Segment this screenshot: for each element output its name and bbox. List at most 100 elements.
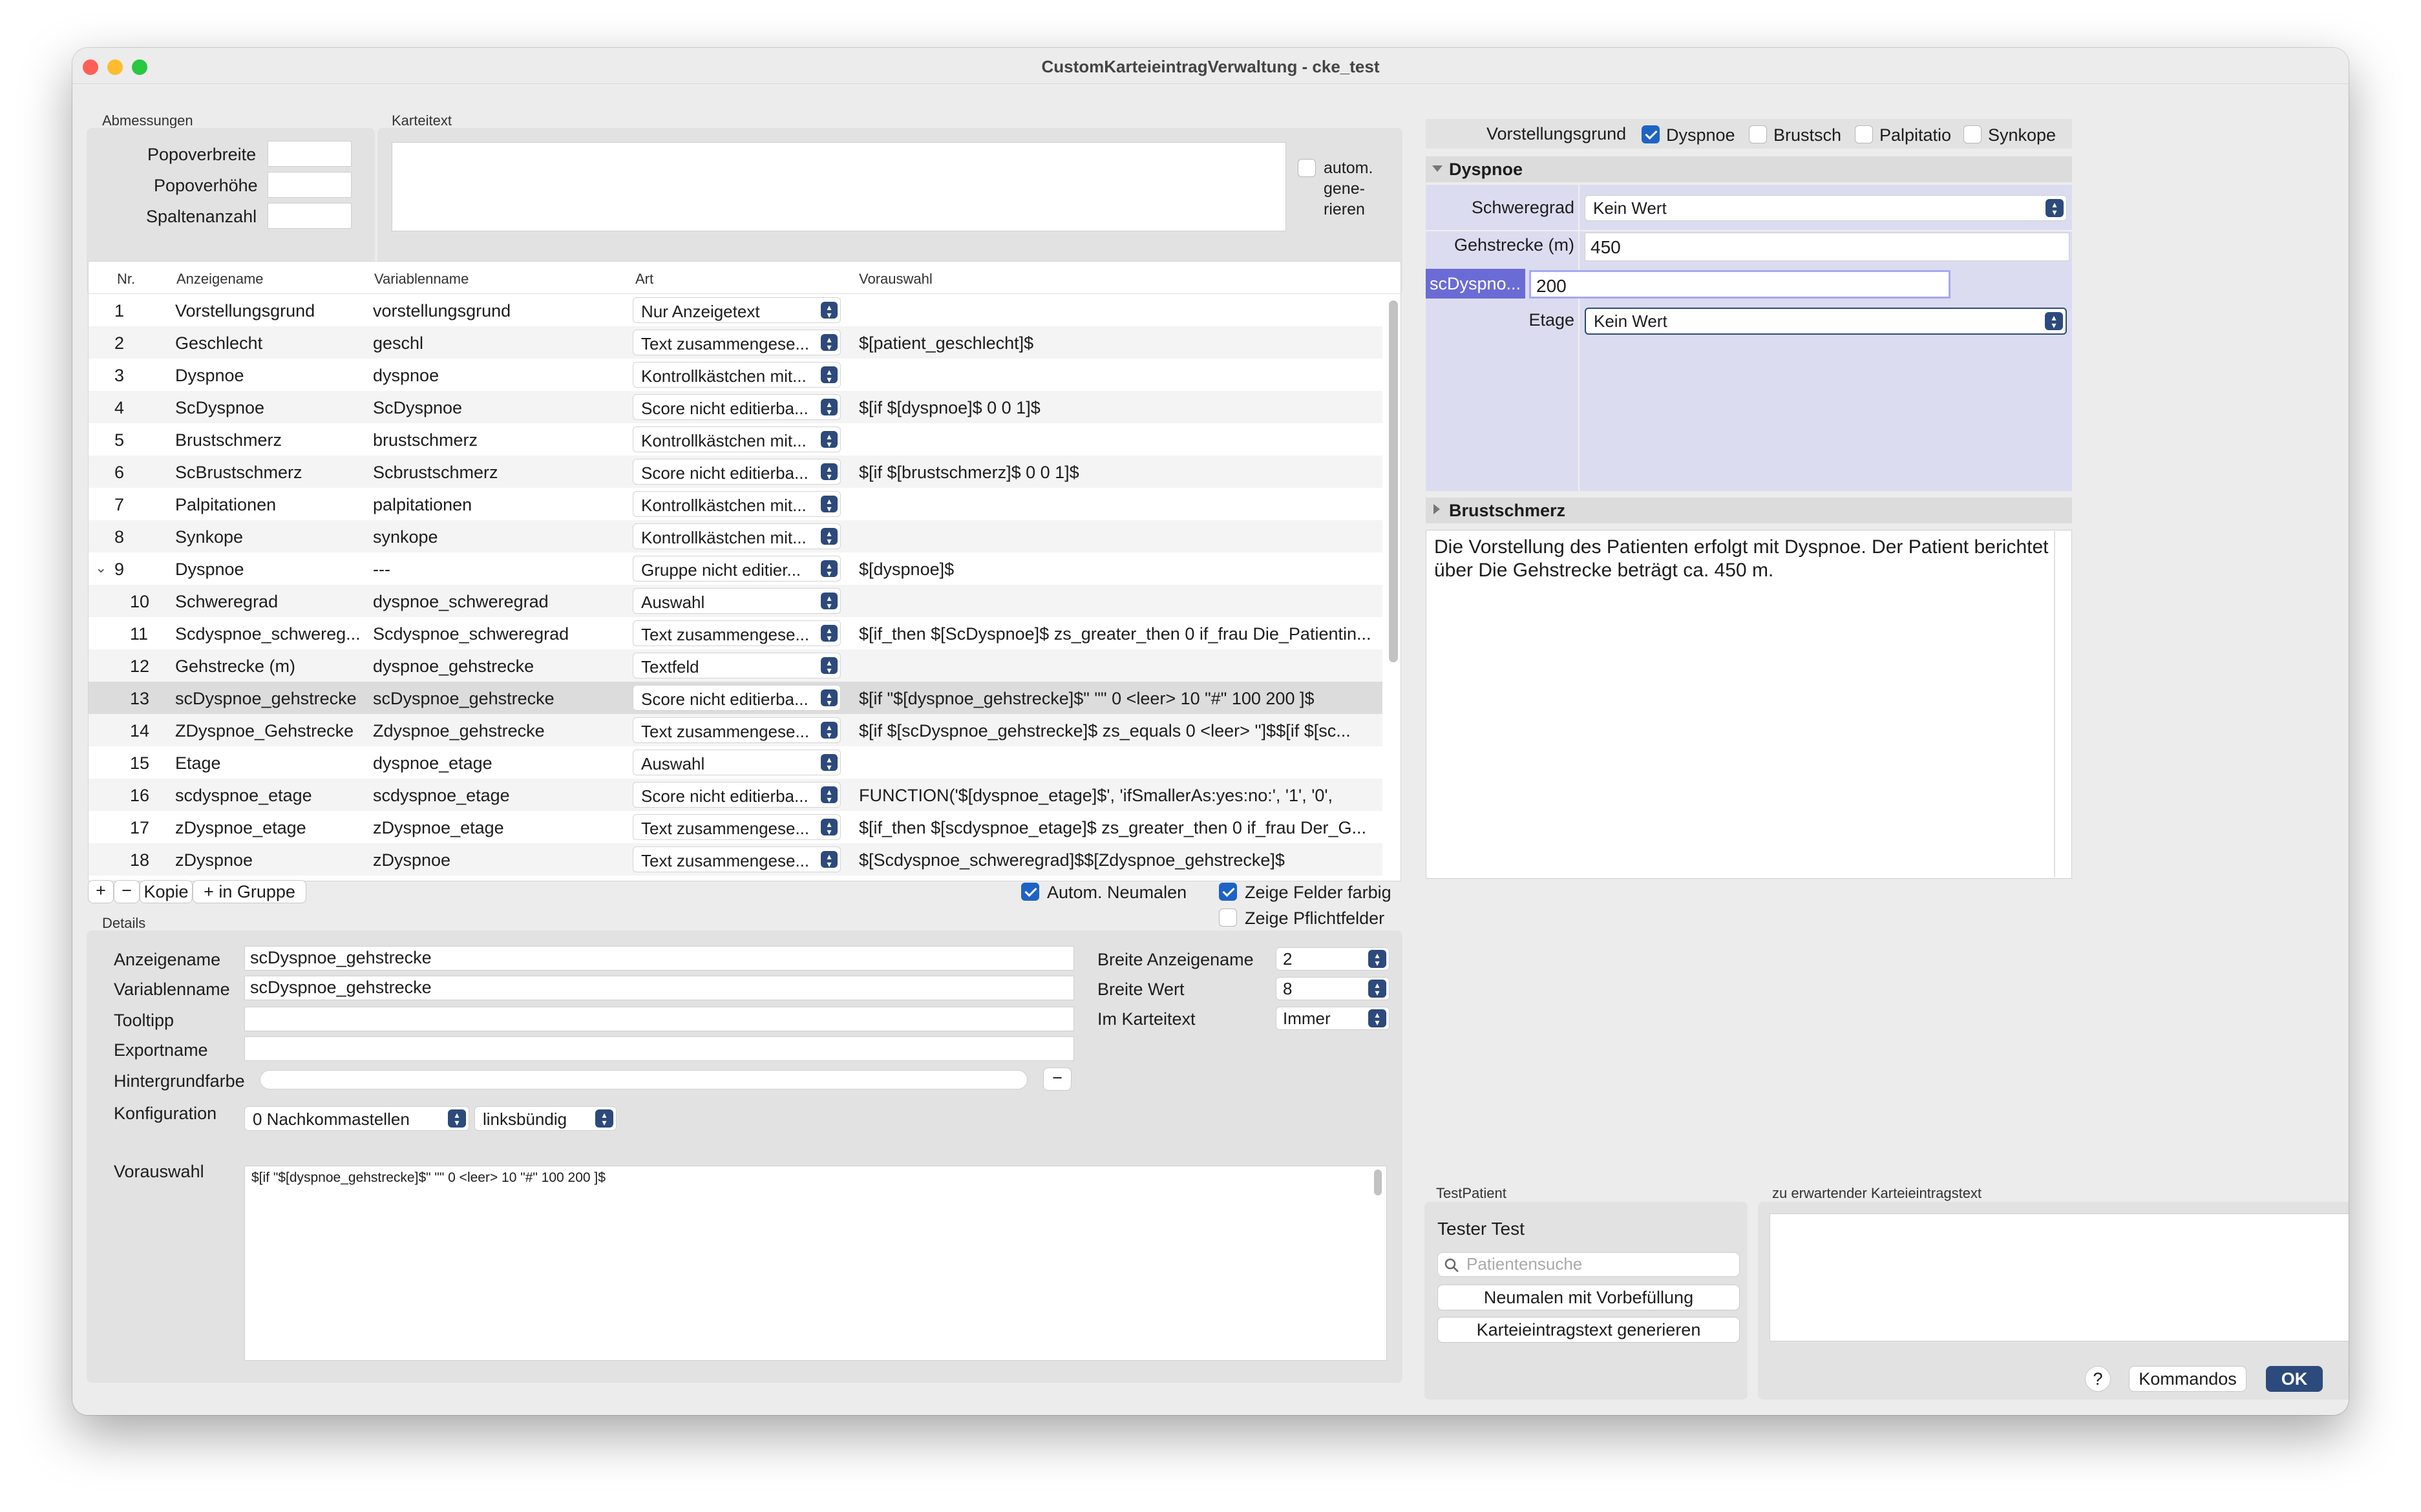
table-row[interactable]: 8 Synkope synkope Kontrollkästchen mit... ▴ ▾: [89, 520, 1382, 552]
cell-anzeigename: Palpitationen: [175, 495, 277, 514]
section-dyspnoe[interactable]: Dyspnoe: [1426, 156, 2072, 182]
expected-textarea[interactable]: [1770, 1213, 2349, 1341]
copy-row-button[interactable]: Kopie: [140, 880, 193, 903]
tooltipp-field[interactable]: [244, 1007, 1074, 1031]
clear-color-button[interactable]: −: [1043, 1067, 1072, 1091]
breite-anzeigename-stepper[interactable]: 2 ▴ ▾: [1276, 947, 1390, 971]
popoverbreite-field[interactable]: [268, 141, 352, 167]
palpitatio-checkbox[interactable]: [1855, 125, 1873, 143]
vorauswahl-label: Vorauswahl: [114, 1162, 204, 1181]
spaltenanzahl-field[interactable]: [268, 203, 352, 229]
ok-button[interactable]: OK: [2266, 1366, 2323, 1392]
art-select[interactable]: Auswahl ▴ ▾: [633, 750, 841, 775]
table-row[interactable]: 9 Dyspnoe --- $[dyspnoe]$ ⌄ Gruppe nicht edit…: [89, 552, 1382, 585]
art-select[interactable]: Score nicht editierba... ▴ ▾: [633, 782, 841, 808]
section-brustschmerz[interactable]: Brustschmerz: [1426, 498, 2072, 523]
zeige-pflichtfelder-label: Zeige Pflichtfelder: [1245, 908, 1385, 928]
etage-select[interactable]: Kein Wert ▴ ▾: [1585, 308, 2067, 335]
cell-variablenname: dyspnoe_etage: [373, 753, 492, 773]
th-vorauswahl[interactable]: Vorauswahl: [859, 271, 933, 288]
art-select[interactable]: Text zusammengese... ▴ ▾: [633, 717, 841, 743]
scdyspnoe-field[interactable]: 200: [1529, 270, 1951, 299]
kommandos-button[interactable]: Kommandos: [2129, 1366, 2247, 1392]
disclosure-right-icon: [1433, 504, 1440, 514]
th-anzeigename[interactable]: Anzeigename: [176, 271, 264, 288]
popoverhoehe-field[interactable]: [268, 172, 352, 198]
art-select[interactable]: Score nicht editierba... ▴ ▾: [633, 685, 841, 711]
th-nr[interactable]: Nr.: [117, 271, 135, 288]
table-row[interactable]: 5 Brustschmerz brustschmerz Kontrollkästche…: [89, 423, 1382, 456]
art-select[interactable]: Text zusammengese... ▴ ▾: [633, 846, 841, 872]
chevron-updown-icon[interactable]: ▴ ▾: [1368, 980, 1386, 998]
table-row[interactable]: 16 scdyspnoe_etage scdyspnoe_etage FUNCTION…: [89, 779, 1382, 811]
add-in-group-button[interactable]: + in Gruppe: [193, 880, 306, 903]
art-select[interactable]: Textfeld ▴ ▾: [633, 653, 841, 678]
art-value: Auswahl: [641, 593, 705, 612]
autom-neumalen-checkbox[interactable]: [1021, 883, 1039, 901]
art-select[interactable]: Kontrollkästchen mit... ▴ ▾: [633, 491, 841, 517]
art-select[interactable]: Text zusammengese... ▴ ▾: [633, 330, 841, 355]
table-row[interactable]: 18 zDyspnoe zDyspnoe $[Scdyspnoe_schweregra…: [89, 843, 1382, 876]
table-row[interactable]: 1 Vorstellungsgrund vorstellungsgrund Nur A…: [89, 294, 1382, 326]
exportname-field[interactable]: [244, 1036, 1074, 1061]
breite-wert-stepper[interactable]: 8 ▴ ▾: [1276, 977, 1390, 1000]
table-row[interactable]: 14 ZDyspnoe_Gehstrecke Zdyspnoe_gehstrecke…: [89, 714, 1382, 746]
generieren-button[interactable]: Karteieintragstext generieren: [1437, 1317, 1740, 1343]
gehstrecke-field[interactable]: 450: [1585, 233, 2069, 261]
art-select[interactable]: Auswahl ▴ ▾: [633, 588, 841, 614]
chevron-updown-icon[interactable]: ▴ ▾: [1368, 950, 1386, 968]
art-select[interactable]: Kontrollkästchen mit... ▴ ▾: [633, 362, 841, 388]
art-select[interactable]: Gruppe nicht editier... ▴ ▾: [633, 556, 841, 582]
im-karteitext-select[interactable]: Immer ▴ ▾: [1276, 1007, 1390, 1030]
table-row[interactable]: 7 Palpitationen palpitationen Kontrollkästc…: [89, 488, 1382, 520]
vorauswahl-scrollbar[interactable]: [1374, 1170, 1382, 1195]
schweregrad-select[interactable]: Kein Wert ▴ ▾: [1585, 195, 2067, 221]
autom-generieren-checkbox[interactable]: [1298, 159, 1316, 177]
table-row[interactable]: 11 Scdyspnoe_schwereg... Scdyspnoe_schwere…: [89, 617, 1382, 649]
art-select[interactable]: Score nicht editierba... ▴ ▾: [633, 459, 841, 485]
th-variablenname[interactable]: Variablenname: [374, 271, 469, 288]
art-select[interactable]: Text zusammengese... ▴ ▾: [633, 620, 841, 646]
table-row[interactable]: 2 Geschlecht geschl $[patient_geschlecht]$ T…: [89, 326, 1382, 359]
karteitext-output[interactable]: Die Vorstellung des Patienten erfolgt mi…: [1426, 530, 2072, 879]
scdyspnoe-label: scDyspno...: [1430, 274, 1521, 293]
art-value: Auswahl: [641, 754, 705, 773]
group-expand-icon[interactable]: ⌄: [95, 560, 107, 576]
synkope-checkbox[interactable]: [1963, 125, 1982, 143]
remove-row-button[interactable]: −: [114, 880, 140, 903]
brustsch-checkbox[interactable]: [1749, 125, 1767, 143]
th-art[interactable]: Art: [635, 271, 653, 288]
table-row[interactable]: 4 ScDyspnoe ScDyspnoe $[if $[dyspnoe]$ 0 0 …: [89, 391, 1382, 423]
cell-anzeigename: Brustschmerz: [175, 430, 282, 450]
table-row[interactable]: 3 Dyspnoe dyspnoe Kontrollkästchen mit... ▴ ▾: [89, 359, 1382, 391]
anzeigename-field[interactable]: scDyspnoe_gehstrecke: [244, 946, 1074, 971]
patient-search-input[interactable]: Patientensuche: [1437, 1252, 1740, 1277]
help-button[interactable]: ?: [2085, 1366, 2111, 1392]
art-select[interactable]: Text zusammengese... ▴ ▾: [633, 814, 841, 840]
zeige-felder-farbig-checkbox[interactable]: [1219, 883, 1237, 901]
table-row[interactable]: 12 Gehstrecke (m) dyspnoe_gehstrecke Textfe…: [89, 649, 1382, 682]
ausrichtung-value: linksbündig: [483, 1109, 567, 1129]
neumalen-button[interactable]: Neumalen mit Vorbefüllung: [1437, 1285, 1740, 1310]
chevron-updown-icon: ▴ ▾: [821, 625, 838, 642]
table-scrollbar[interactable]: [1389, 300, 1398, 662]
art-select[interactable]: Kontrollkästchen mit... ▴ ▾: [633, 426, 841, 452]
ausrichtung-select[interactable]: linksbündig ▴ ▾: [474, 1106, 617, 1131]
table-row[interactable]: 15 Etage dyspnoe_etage Auswahl ▴ ▾: [89, 746, 1382, 779]
add-row-button[interactable]: +: [88, 880, 114, 903]
karteitext-input[interactable]: [392, 142, 1286, 231]
table-row[interactable]: 10 Schweregrad dyspnoe_schweregrad Auswahl ▴…: [89, 585, 1382, 617]
nachkommastellen-select[interactable]: 0 Nachkommastellen ▴ ▾: [244, 1106, 469, 1131]
table-row[interactable]: 17 zDyspnoe_etage zDyspnoe_etage $[if_then …: [89, 811, 1382, 843]
table-row[interactable]: 13 scDyspnoe_gehstrecke scDyspnoe_gehstrec…: [89, 682, 1382, 714]
variablenname-field[interactable]: scDyspnoe_gehstrecke: [244, 976, 1074, 1000]
art-select[interactable]: Kontrollkästchen mit... ▴ ▾: [633, 523, 841, 549]
zeige-pflichtfelder-checkbox[interactable]: [1219, 908, 1237, 927]
vorauswahl-textarea[interactable]: $[if "$[dyspnoe_gehstrecke]$" "" 0 <leer…: [244, 1166, 1387, 1361]
dyspnoe-checkbox[interactable]: [1642, 125, 1660, 143]
cell-anzeigename: ScBrustschmerz: [175, 463, 302, 482]
hintergrundfarbe-well[interactable]: [260, 1070, 1028, 1089]
art-select[interactable]: Score nicht editierba... ▴ ▾: [633, 394, 841, 420]
table-row[interactable]: 6 ScBrustschmerz Scbrustschmerz $[if $[brus…: [89, 456, 1382, 488]
art-select[interactable]: Nur Anzeigetext ▴ ▾: [633, 297, 841, 323]
